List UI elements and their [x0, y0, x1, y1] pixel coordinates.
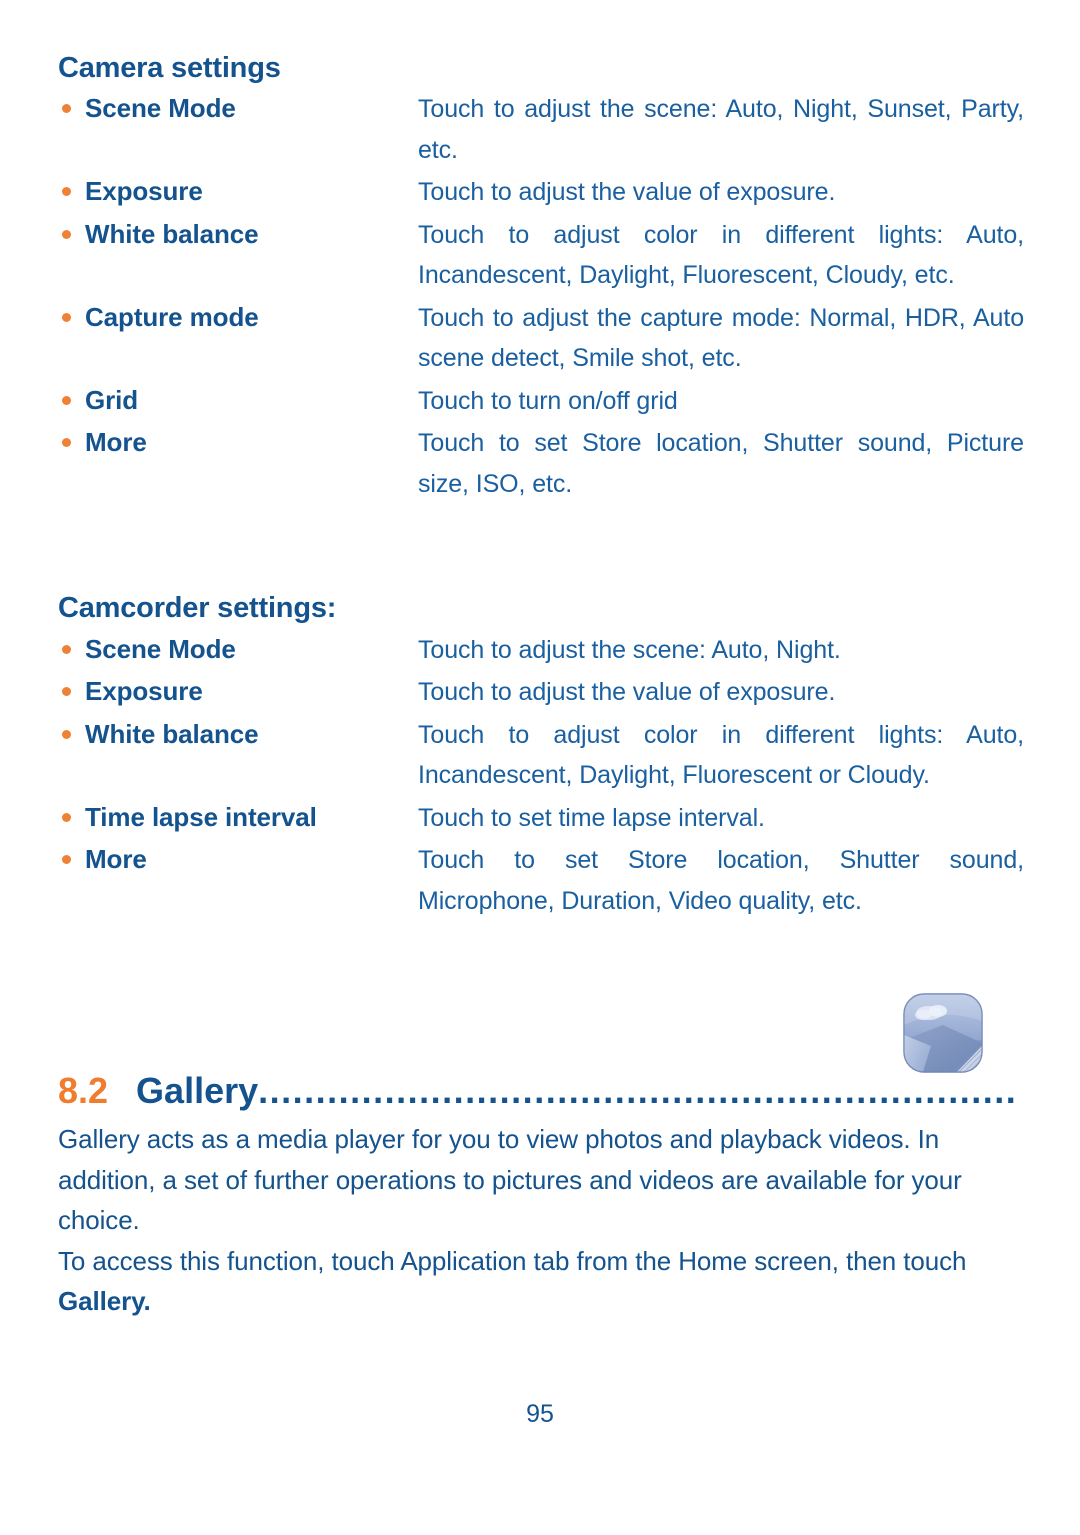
- list-item: Capture mode Touch to adjust the capture…: [58, 298, 1024, 379]
- description-cell: Touch to adjust color in different light…: [418, 715, 1024, 796]
- term-cell: Scene Mode: [58, 630, 418, 668]
- description-cell: Touch to adjust the scene: Auto, Night, …: [418, 89, 1024, 170]
- description-cell: Touch to adjust color in different light…: [418, 215, 1024, 296]
- term-cell: More: [58, 423, 418, 461]
- bullet-icon: [62, 395, 71, 405]
- list-item: More Touch to set Store location, Shutte…: [58, 423, 1024, 504]
- setting-name: Exposure: [85, 176, 203, 207]
- description-cell: Touch to set Store location, Shutter sou…: [418, 840, 1024, 921]
- list-item: Scene Mode Touch to adjust the scene: Au…: [58, 89, 1024, 170]
- gallery-paragraph-2-text: To access this function, touch Applicati…: [58, 1245, 967, 1276]
- list-item: White balance Touch to adjust color in d…: [58, 215, 1024, 296]
- setting-description: Touch to adjust the value of exposure.: [418, 178, 836, 207]
- term-cell: Time lapse interval: [58, 798, 418, 836]
- setting-name: Grid: [85, 384, 139, 415]
- list-item: Exposure Touch to adjust the value of ex…: [58, 672, 1024, 713]
- bullet-icon: [62, 855, 71, 865]
- chapter-number: 8.2: [58, 1070, 109, 1112]
- setting-name: Scene Mode: [85, 93, 236, 124]
- description-cell: Touch to adjust the scene: Auto, Night.: [418, 630, 1024, 671]
- bullet-icon: [62, 812, 71, 822]
- setting-name: Time lapse interval: [85, 801, 317, 832]
- chapter-heading: 8.2 Gallery ............................…: [58, 993, 1024, 1112]
- setting-description: Touch to adjust the capture mode: Normal…: [418, 303, 1024, 373]
- document-page: Camera settings Scene Mode Touch to adju…: [0, 0, 1080, 1535]
- gallery-paragraph-1: Gallery acts as a media player for you t…: [58, 1124, 962, 1236]
- camcorder-settings-list: Scene Mode Touch to adjust the scene: Au…: [58, 630, 1024, 922]
- dot-leader: ........................................…: [258, 1073, 1016, 1110]
- description-cell: Touch to adjust the value of exposure.: [418, 172, 1024, 213]
- page-number: 95: [526, 1400, 554, 1428]
- list-item: Exposure Touch to adjust the value of ex…: [58, 172, 1024, 213]
- term-cell: Scene Mode: [58, 89, 418, 127]
- description-cell: Touch to adjust the capture mode: Normal…: [418, 298, 1024, 379]
- setting-description: Touch to turn on/off grid: [418, 386, 678, 415]
- camcorder-settings-heading: Camcorder settings:: [58, 592, 337, 625]
- description-cell: Touch to turn on/off grid: [418, 381, 1024, 422]
- setting-description: Touch to adjust the scene: Auto, Night, …: [418, 95, 1024, 164]
- term-cell: Capture mode: [58, 298, 418, 336]
- bullet-icon: [62, 312, 71, 322]
- setting-name: More: [85, 844, 147, 875]
- description-cell: Touch to adjust the value of exposure.: [418, 672, 1024, 713]
- term-cell: Exposure: [58, 172, 418, 210]
- list-item: Grid Touch to turn on/off grid: [58, 381, 1024, 422]
- bullet-icon: [62, 687, 71, 697]
- list-item: Scene Mode Touch to adjust the scene: Au…: [58, 630, 1024, 671]
- page-content: Camera settings Scene Mode Touch to adju…: [58, 52, 1024, 1322]
- setting-name: White balance: [85, 718, 259, 749]
- setting-name: More: [85, 427, 147, 458]
- setting-description: Touch to set Store location, Shutter sou…: [418, 429, 1024, 498]
- term-cell: Grid: [58, 381, 418, 419]
- bullet-icon: [62, 187, 71, 197]
- gallery-bold-term: Gallery.: [58, 1286, 151, 1317]
- setting-description: Touch to adjust color in different light…: [418, 720, 1024, 790]
- gallery-paragraph-2: To access this function, touch Applicati…: [58, 1241, 1024, 1322]
- term-cell: More: [58, 840, 418, 878]
- term-cell: White balance: [58, 715, 418, 753]
- list-item: White balance Touch to adjust color in d…: [58, 715, 1024, 796]
- camera-settings-list: Scene Mode Touch to adjust the scene: Au…: [58, 89, 1024, 504]
- bullet-icon: [62, 644, 71, 654]
- list-item: Time lapse interval Touch to set time la…: [58, 798, 1024, 839]
- setting-name: Scene Mode: [85, 633, 236, 664]
- term-cell: White balance: [58, 215, 418, 253]
- gallery-icon: [901, 991, 985, 1075]
- term-cell: Exposure: [58, 672, 418, 710]
- bullet-icon: [62, 104, 71, 114]
- list-item: More Touch to set Store location, Shutte…: [58, 840, 1024, 921]
- bullet-icon: [62, 729, 71, 739]
- setting-description: Touch to set Store location, Shutter sou…: [418, 846, 1024, 915]
- setting-name: White balance: [85, 218, 259, 249]
- setting-description: Touch to adjust the scene: Auto, Night.: [418, 635, 841, 664]
- setting-description: Touch to adjust the value of exposure.: [418, 678, 836, 707]
- setting-name: Capture mode: [85, 301, 259, 332]
- description-cell: Touch to set Store location, Shutter sou…: [418, 423, 1024, 504]
- description-cell: Touch to set time lapse interval.: [418, 798, 1024, 839]
- setting-description: Touch to set time lapse interval.: [418, 803, 765, 832]
- setting-name: Exposure: [85, 676, 203, 707]
- setting-description: Touch to adjust color in different light…: [418, 220, 1024, 290]
- bullet-icon: [62, 438, 71, 448]
- bullet-icon: [62, 229, 71, 239]
- camera-settings-heading: Camera settings: [58, 52, 281, 84]
- chapter-title: Gallery: [136, 1070, 259, 1112]
